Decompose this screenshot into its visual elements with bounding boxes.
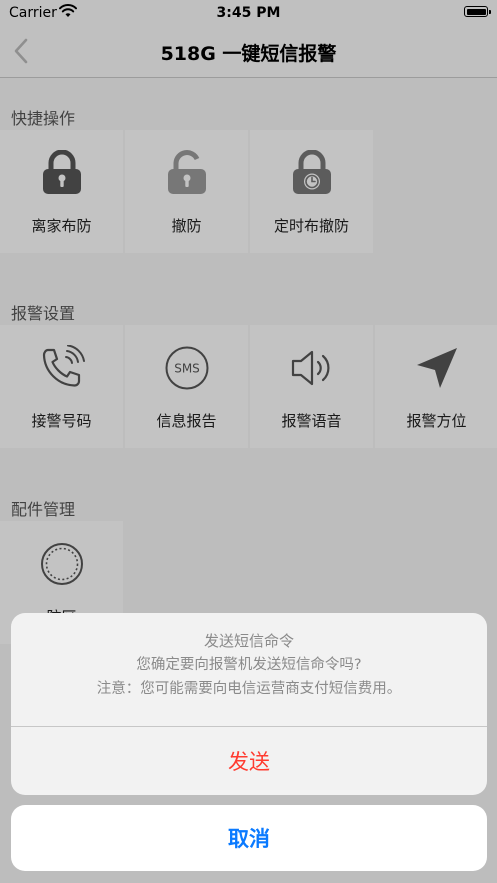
cancel-button[interactable]: 取消 <box>11 805 487 871</box>
action-sheet-message-line: 注意：您可能需要向电信运营商支付短信费用。 <box>96 681 402 697</box>
action-sheet-title: 发送短信命令 <box>203 632 294 650</box>
send-button[interactable]: 发送 <box>11 727 487 795</box>
action-sheet: 发送短信命令 您确定要向报警机发送短信命令吗? 注意：您可能需要向电信运营商支付… <box>11 613 487 795</box>
action-sheet-message: 您确定要向报警机发送短信命令吗? 注意：您可能需要向电信运营商支付短信费用。 <box>11 653 487 701</box>
action-sheet-message-line: 您确定要向报警机发送短信命令吗? <box>136 657 362 673</box>
